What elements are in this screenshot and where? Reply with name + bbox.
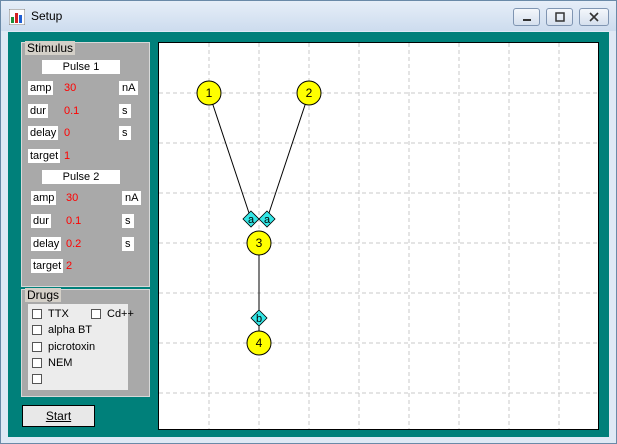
app-icon: [9, 9, 25, 25]
start-button-label: Start: [45, 409, 72, 423]
pulse1-target-value[interactable]: 1: [64, 149, 70, 163]
pulse2-delay-unit: s: [122, 237, 134, 251]
setup-window: Setup Stimulus Pulse 1 amp 30 nA dur 0.1…: [0, 0, 617, 444]
maximize-button[interactable]: [546, 8, 573, 26]
pulse2-amp-value[interactable]: 30: [66, 191, 78, 205]
stimulus-group-label: Stimulus: [25, 41, 76, 55]
drug-ttx-label: TTX: [48, 308, 69, 320]
drugs-panel: Drugs TTX Cd++ alpha BT picrotoxin NEM: [21, 288, 150, 397]
stimulus-panel: Stimulus Pulse 1 amp 30 nA dur 0.1 s del…: [21, 41, 150, 287]
neuron-4-label: 4: [256, 336, 263, 350]
pulse2-target-label: target: [31, 259, 64, 273]
title-bar[interactable]: Setup: [1, 1, 616, 31]
start-button[interactable]: Start: [22, 405, 95, 427]
synapse-a-2[interactable]: a: [258, 210, 276, 228]
pulse1-header: Pulse 1: [42, 60, 120, 74]
pulse1-delay-unit: s: [119, 126, 131, 140]
neuron-2[interactable]: 2: [296, 80, 322, 106]
drug-ttx-checkbox[interactable]: [32, 309, 42, 319]
window-title: Setup: [31, 9, 63, 23]
pulse2-target-value[interactable]: 2: [66, 259, 72, 273]
minimize-icon: [522, 19, 531, 21]
network-svg: a a b 1 2 3 4: [159, 43, 598, 429]
pulse1-dur-label: dur: [28, 104, 48, 118]
drug-nem[interactable]: NEM: [32, 357, 72, 369]
synapse-a-1-label: a: [248, 214, 255, 226]
neuron-3[interactable]: 3: [246, 230, 272, 256]
drug-cd[interactable]: Cd++: [91, 308, 134, 320]
close-button[interactable]: [579, 8, 609, 26]
network-canvas[interactable]: a a b 1 2 3 4: [158, 42, 599, 430]
grid: [159, 43, 598, 429]
drug-cd-checkbox[interactable]: [91, 309, 101, 319]
drug-ttx[interactable]: TTX: [32, 308, 69, 320]
pulse1-dur-value[interactable]: 0.1: [64, 104, 79, 118]
neuron-1[interactable]: 1: [196, 80, 222, 106]
drug-cd-label: Cd++: [107, 308, 134, 320]
pulse1-amp-unit: nA: [119, 81, 139, 95]
pulse1-amp-value[interactable]: 30: [64, 81, 76, 95]
close-icon: [589, 12, 599, 22]
pulse1-dur-unit: s: [119, 104, 131, 118]
main-content: Stimulus Pulse 1 amp 30 nA dur 0.1 s del…: [8, 32, 609, 437]
synapse-a-1[interactable]: a: [242, 210, 260, 228]
neuron-4[interactable]: 4: [246, 330, 272, 356]
pulse1-delay-value[interactable]: 0: [64, 126, 70, 140]
pulse2-delay-value[interactable]: 0.2: [66, 237, 81, 251]
drug-picrotoxin-label: picrotoxin: [48, 341, 96, 353]
drug-picrotoxin-checkbox[interactable]: [32, 342, 42, 352]
drug-extra[interactable]: [32, 374, 48, 384]
pulse2-amp-unit: nA: [122, 191, 142, 205]
drug-nem-checkbox[interactable]: [32, 358, 42, 368]
drug-alpha-bt[interactable]: alpha BT: [32, 324, 92, 336]
synapse-b[interactable]: b: [250, 309, 268, 327]
pulse2-dur-value[interactable]: 0.1: [66, 214, 81, 228]
drug-nem-label: NEM: [48, 357, 73, 369]
drugs-group-label: Drugs: [25, 288, 62, 302]
drug-alpha-bt-checkbox[interactable]: [32, 325, 42, 335]
connection-2-3: [266, 92, 310, 220]
pulse1-target-label: target: [28, 149, 61, 163]
minimize-button[interactable]: [513, 8, 540, 26]
pulse2-delay-label: delay: [31, 237, 62, 251]
pulse2-amp-label: amp: [31, 191, 57, 205]
neuron-1-label: 1: [206, 86, 213, 100]
neuron-3-label: 3: [256, 236, 263, 250]
drug-extra-checkbox[interactable]: [32, 374, 42, 384]
drug-picrotoxin[interactable]: picrotoxin: [32, 341, 95, 353]
pulse1-amp-label: amp: [28, 81, 54, 95]
maximize-icon: [554, 12, 565, 22]
synapse-a-2-label: a: [264, 214, 271, 226]
pulse1-delay-label: delay: [28, 126, 59, 140]
pulse2-dur-label: dur: [31, 214, 51, 228]
connection-1-3: [208, 92, 252, 220]
pulse2-header: Pulse 2: [42, 170, 120, 184]
pulse2-dur-unit: s: [122, 214, 134, 228]
drug-alpha-bt-label: alpha BT: [48, 324, 93, 336]
synapse-b-label: b: [256, 313, 262, 325]
neuron-2-label: 2: [306, 86, 313, 100]
